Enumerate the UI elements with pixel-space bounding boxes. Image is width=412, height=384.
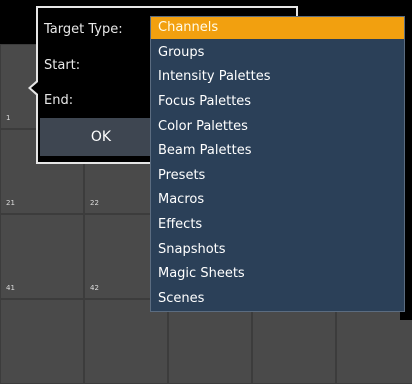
dropdown-item-scenes[interactable]: Scenes	[151, 288, 404, 310]
dropdown-item-focus-palettes[interactable]: Focus Palettes	[151, 91, 404, 113]
target-type-label: Target Type:	[44, 22, 123, 37]
grid-cell[interactable]: 41	[0, 214, 84, 299]
cell-number: 42	[90, 284, 99, 292]
dropdown-item-channels[interactable]: Channels	[151, 17, 404, 39]
cell-number: 22	[90, 199, 99, 207]
target-type-dropdown-list[interactable]: Channels Groups Intensity Palettes Focus…	[150, 16, 405, 312]
cell-number: 1	[6, 114, 11, 122]
start-label: Start:	[44, 58, 81, 73]
ok-button[interactable]: OK	[40, 118, 162, 156]
dropdown-item-effects[interactable]: Effects	[151, 214, 404, 236]
dropdown-item-magic-sheets[interactable]: Magic Sheets	[151, 263, 404, 285]
end-label: End:	[44, 93, 74, 108]
cell-number: 21	[6, 199, 15, 207]
dropdown-item-groups[interactable]: Groups	[151, 42, 404, 64]
dropdown-item-intensity-palettes[interactable]: Intensity Palettes	[151, 66, 404, 88]
dropdown-item-color-palettes[interactable]: Color Palettes	[151, 116, 404, 138]
dropdown-item-macros[interactable]: Macros	[151, 189, 404, 211]
dropdown-item-presets[interactable]: Presets	[151, 165, 404, 187]
dropdown-item-snapshots[interactable]: Snapshots	[151, 239, 404, 261]
dropdown-item-beam-palettes[interactable]: Beam Palettes	[151, 140, 404, 162]
grid-cell[interactable]	[0, 299, 84, 384]
cell-number: 41	[6, 284, 15, 292]
dialog-pointer-arrow-fill	[31, 82, 38, 94]
